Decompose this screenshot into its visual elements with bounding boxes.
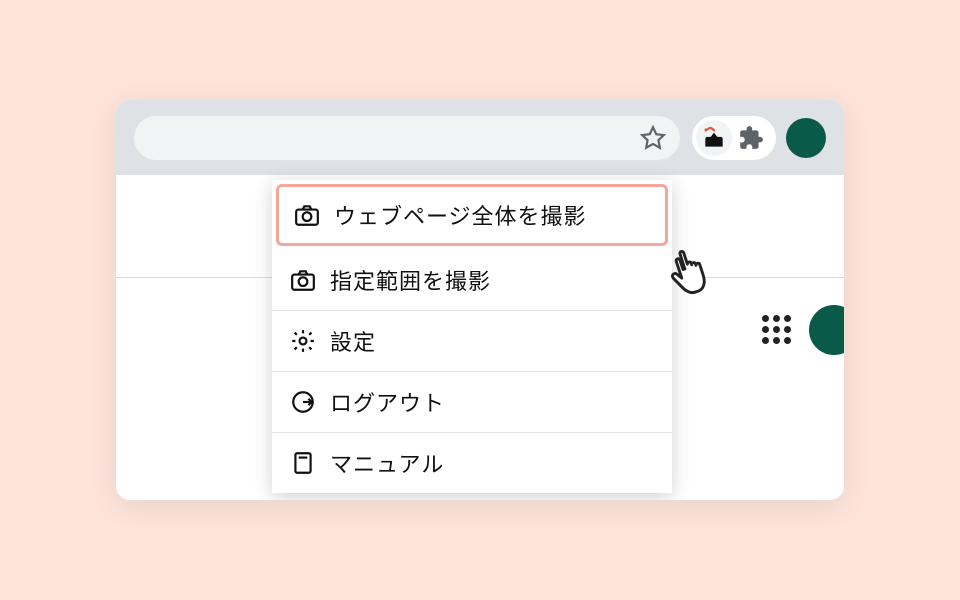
menu-item-capture-selection[interactable]: 指定範囲を撮影: [272, 250, 672, 311]
address-bar[interactable]: [134, 116, 680, 160]
page-avatar[interactable]: [809, 305, 844, 355]
extension-logo-icon: [701, 125, 727, 151]
menu-label: 設定: [330, 325, 376, 357]
menu-label: ウェブページ全体を撮影: [334, 199, 587, 231]
menu-item-manual[interactable]: マニュアル: [272, 433, 672, 493]
apps-grid-icon[interactable]: [762, 315, 792, 345]
star-icon[interactable]: [640, 125, 666, 151]
menu-item-settings[interactable]: 設定: [272, 311, 672, 372]
book-icon: [290, 450, 316, 476]
camera-icon: [290, 267, 316, 293]
menu-label: マニュアル: [330, 447, 444, 479]
camera-icon: [294, 202, 320, 228]
menu-label: 指定範囲を撮影: [330, 264, 491, 296]
puzzle-icon[interactable]: [738, 125, 764, 151]
browser-toolbar: [116, 100, 844, 175]
menu-item-capture-full-page[interactable]: ウェブページ全体を撮影: [276, 184, 668, 246]
menu-label: ログアウト: [330, 386, 445, 418]
extension-pill: [692, 116, 776, 160]
logout-icon: [290, 389, 316, 415]
profile-avatar[interactable]: [786, 118, 826, 158]
browser-window: ウェブページ全体を撮影 指定範囲を撮影 設定 ログアウト: [116, 100, 844, 500]
extension-badge[interactable]: [696, 120, 732, 156]
extension-dropdown-menu: ウェブページ全体を撮影 指定範囲を撮影 設定 ログアウト: [272, 180, 672, 493]
menu-item-logout[interactable]: ログアウト: [272, 372, 672, 433]
gear-icon: [290, 328, 316, 354]
cursor-pointer-icon: [660, 238, 722, 300]
